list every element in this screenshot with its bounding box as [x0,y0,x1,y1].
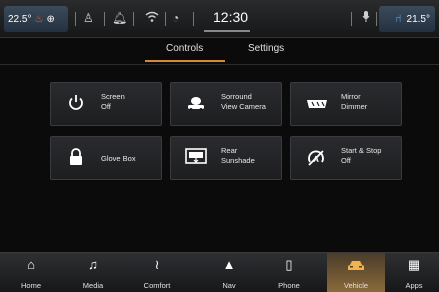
label-line: Start & Stop [341,146,382,155]
label-line: Off [101,102,111,111]
driver-climate-button[interactable]: 22.5° ♨ ⊕ [4,6,68,32]
rear-sunshade-label: Rear Sunshade [221,146,255,166]
mirror-dimmer-label: Mirror Dimmer [341,92,367,112]
screen-off-label: Screen Off [101,92,125,112]
label-line: Sorround [221,92,252,101]
nav-nav[interactable]: ▲ Nav [202,253,256,292]
clock[interactable]: 12:30 [213,9,248,25]
label-line: Off [341,156,351,165]
glove-box-button[interactable]: Glove Box [50,136,162,180]
clock-underline [204,30,250,32]
status-divider [165,12,166,26]
nav-label: Comfort [143,281,171,290]
glove-box-label: Glove Box [101,154,136,163]
nav-apps[interactable]: ▦ Apps [392,253,436,292]
home-icon: ⌂ [27,257,35,272]
apps-grid-icon: ▦ [407,257,421,272]
bottom-navigation: ⌂ Home ♫ Media ≀ Comfort ▲ Nav ▯ Phone V… [0,252,439,292]
heated-seat-icon: ♨ [34,13,44,25]
label-line: Rear [221,146,238,155]
status-bar: 22.5° ♨ ⊕ ♙ 🔔︎ ◔ 12:30 ⑁ 21.5° [0,0,439,38]
cooled-seat-icon: ⑁ [394,13,402,25]
start-stop-button[interactable]: A Start & Stop Off [290,136,402,180]
passenger-temperature: 21.5° [406,13,430,25]
status-divider [104,12,105,26]
surround-view-camera-button[interactable]: Sorround View Camera [170,82,282,126]
mirror-icon [305,94,327,116]
label-line: Screen [101,92,125,101]
microphone-icon[interactable] [362,11,370,26]
wifi-icon[interactable] [145,11,159,26]
status-divider [376,12,377,26]
label-line: Dimmer [341,102,368,111]
mirror-dimmer-button[interactable]: Mirror Dimmer [290,82,402,126]
start-stop-label: Start & Stop Off [341,146,381,166]
phone-icon: ▯ [285,257,293,272]
user-profile-icon[interactable]: ♙ [83,11,94,25]
compass-icon[interactable]: ◔ [172,11,179,25]
tab-controls[interactable]: Controls [166,43,203,54]
music-note-icon: ♫ [88,257,98,272]
label-line: View Camera [221,102,266,111]
nav-label: Nav [222,281,236,290]
nav-label: Phone [278,281,300,290]
heated-wheel-icon: ⊕ [46,13,55,25]
status-divider [351,12,352,26]
nav-label: Vehicle [343,281,369,290]
nav-home[interactable]: ⌂ Home [4,253,58,292]
status-divider [133,12,134,26]
surround-view-label: Sorround View Camera [221,92,266,112]
status-divider [75,12,76,26]
camera-car-icon [185,94,207,116]
nav-phone[interactable]: ▯ Phone [262,253,316,292]
label-line: Sunshade [221,156,255,165]
navigation-arrow-icon: ▲ [222,257,236,272]
seat-climate-icon: ≀ [154,257,160,272]
divider [0,64,439,65]
start-stop-icon: A [305,148,327,170]
rear-sunshade-button[interactable]: Rear Sunshade [170,136,282,180]
sunshade-icon [185,148,207,170]
car-icon [327,253,385,275]
nav-media[interactable]: ♫ Media [66,253,120,292]
driver-temperature: 22.5° [8,13,32,25]
nav-comfort[interactable]: ≀ Comfort [130,253,184,292]
screen-off-button[interactable]: Screen Off [50,82,162,126]
nav-label: Apps [405,281,423,290]
lock-icon [65,148,87,170]
status-divider [193,12,194,26]
tab-settings[interactable]: Settings [248,43,284,54]
nav-label: Home [20,281,41,290]
notification-bell-icon[interactable]: 🔔︎ [112,11,127,25]
label-line: Mirror [341,92,361,101]
nav-vehicle[interactable]: Vehicle [327,253,385,292]
passenger-climate-button[interactable]: ⑁ 21.5° [379,6,435,32]
power-icon [65,94,87,116]
nav-label: Media [82,281,104,290]
active-tab-indicator [145,60,225,62]
